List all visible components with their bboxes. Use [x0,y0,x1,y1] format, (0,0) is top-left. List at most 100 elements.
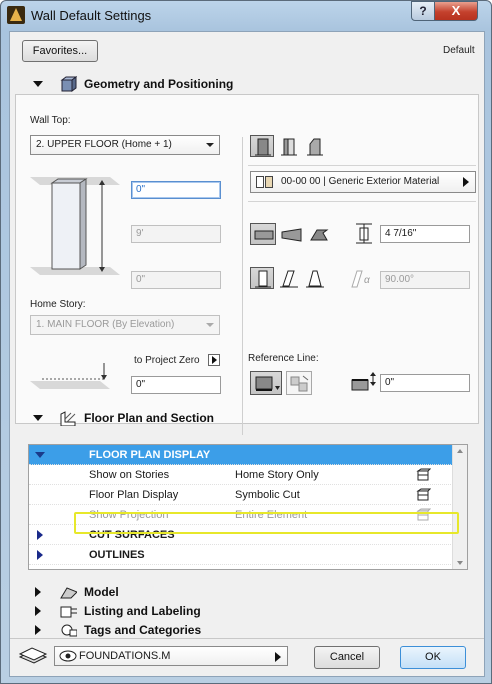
flip-reference-button[interactable] [286,371,312,395]
listing-icon [60,606,77,618]
expand-triangle-icon[interactable] [35,587,41,597]
double-slanted-wall-button[interactable] [302,267,326,289]
composite-wall-button[interactable] [276,135,300,157]
model-section-title: Model [84,585,119,599]
polygonal-wall-button[interactable] [306,223,332,245]
straight-wall-button[interactable] [250,223,276,245]
home-story-dropdown[interactable]: 1. MAIN FLOOR (By Elevation) [30,315,220,335]
geometry-section-title: Geometry and Positioning [84,77,234,91]
wall-top-dropdown[interactable]: 2. UPPER FLOOR (Home + 1) [30,135,220,155]
expand-triangle-icon[interactable] [35,625,41,635]
reference-offset-input[interactable]: 0" [380,374,470,392]
tree-scrollbar[interactable] [452,445,467,569]
project-zero-diagram [30,363,110,389]
tree-row[interactable]: Show on Stories Home Story Only [29,465,453,485]
tags-icon [61,624,77,637]
reference-line-button[interactable] [250,371,282,395]
symbolic-cut-icon [416,488,431,501]
floor-plan-icon [60,411,76,426]
thickness-input[interactable]: 4 7/16" [380,225,470,243]
to-project-zero-label: to Project Zero [134,355,200,366]
wall-thickness-icon [356,223,372,244]
reference-offset-icon [351,372,376,391]
scroll-down-icon[interactable] [457,561,463,565]
tags-section-header[interactable]: Tags and Categories [15,620,479,640]
slanted-wall-button[interactable] [276,267,300,289]
tree-row-name: FLOOR PLAN DISPLAY [89,449,211,461]
story-visibility-icon [416,468,431,481]
geometry-panel: Wall Top: 2. UPPER FLOOR (Home + 1) 0" 9… [15,94,479,435]
divider [248,165,476,166]
panel-divider [242,137,243,435]
alpha-symbol: α [364,275,370,286]
tree-row-name: OUTLINES [89,549,145,561]
layer-dropdown[interactable]: FOUNDATIONS.M [54,646,288,666]
divider [248,201,476,202]
archicad-logo-icon [7,6,25,24]
project-zero-input[interactable]: 0" [131,376,221,394]
listing-section-header[interactable]: Listing and Labeling [15,601,479,621]
eye-icon [59,650,77,662]
polygonal-wall-icon [310,229,329,241]
expand-triangle-icon[interactable] [35,606,41,616]
bottom-offset-input[interactable]: 0" [131,271,221,289]
ok-button[interactable]: OK [400,646,466,669]
title-bar: Wall Default Settings ? X [1,1,491,31]
collapse-triangle-icon[interactable] [33,415,43,421]
selection-highlight [74,512,459,534]
tree-row-name: Floor Plan Display [89,489,179,501]
model-section-header[interactable]: Model [15,582,479,602]
vertical-wall-button[interactable] [250,267,274,289]
wall-top-label: Wall Top: [30,115,71,126]
tree-row[interactable]: Floor Plan Display Symbolic Cut [29,485,453,505]
project-zero-toggle[interactable] [208,354,220,366]
floor-plan-section-header[interactable]: Floor Plan and Section [15,408,479,428]
collapse-triangle-icon[interactable] [33,81,43,87]
expand-triangle-icon[interactable] [37,530,43,540]
layers-icon [18,647,48,664]
expand-triangle-icon[interactable] [37,550,43,560]
listing-section-title: Listing and Labeling [84,604,201,618]
home-story-label: Home Story: [30,299,86,310]
layer-value: FOUNDATIONS.M [79,650,171,662]
chevron-right-icon [212,356,217,364]
model-icon [60,587,77,599]
basic-wall-icon [255,138,271,156]
scroll-up-icon[interactable] [457,449,463,453]
home-story-value: 1. MAIN FLOOR (By Elevation) [36,319,175,330]
material-fill-icon [265,176,273,188]
close-button[interactable]: X [434,1,478,21]
footer-divider [10,638,484,639]
composite-wall-icon [281,138,297,156]
building-material-dropdown[interactable]: 00-00 00 | Generic Exterior Material [250,171,476,193]
tree-header-row[interactable]: FLOOR PLAN DISPLAY [29,445,453,465]
slant-angle-input[interactable]: 90.00° [380,271,470,289]
top-offset-input[interactable]: 0" [131,181,221,199]
help-button[interactable]: ? [411,1,435,21]
straight-wall-icon [254,230,274,240]
double-slanted-wall-icon [306,270,324,288]
chevron-down-icon [206,323,214,327]
dialog-client: Favorites... Default Geometry and Positi… [9,31,485,677]
floor-plan-section-title: Floor Plan and Section [84,411,215,425]
profiled-wall-icon [307,138,323,156]
tree-group-row[interactable]: OUTLINES [29,545,453,565]
reference-line-icon [255,376,280,391]
chevron-down-icon [206,143,214,147]
cancel-button[interactable]: Cancel [314,646,380,669]
geometry-section-header[interactable]: Geometry and Positioning [15,74,479,94]
material-swatch-icon [256,176,264,188]
profile-wall-button[interactable] [302,135,326,157]
trapezoid-wall-button[interactable] [278,223,304,245]
collapse-triangle-icon[interactable] [35,452,45,458]
favorites-button[interactable]: Favorites... [22,40,98,62]
default-label: Default [443,45,475,56]
wall-height-input[interactable]: 9' [131,225,221,243]
tree-row-name: Show on Stories [89,469,170,481]
reference-line-label: Reference Line: [248,353,319,364]
dialog-window: Wall Default Settings ? X Favorites... D… [0,0,492,684]
tree-row-value: Home Story Only [235,469,319,481]
basic-wall-button[interactable] [250,135,274,157]
trapezoid-wall-icon [281,228,302,242]
floor-plan-settings-tree: FLOOR PLAN DISPLAY Show on Stories Home St… [28,444,468,570]
